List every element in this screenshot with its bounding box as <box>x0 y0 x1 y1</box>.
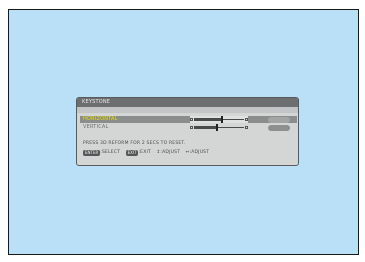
keystone-row-horizontal[interactable]: HORIZONTAL <box>80 116 297 123</box>
projector-screen: KEYSTONE HORIZONTAL VERTICAL PRESS 3D RE… <box>8 9 359 255</box>
exit-key-icon: EXIT <box>125 150 139 156</box>
horizontal-label: HORIZONTAL <box>83 116 118 122</box>
vertical-value-indicator <box>268 125 290 131</box>
adjust-hint-2: ↔:ADJUST <box>185 150 210 155</box>
slider-minus-icon <box>190 126 193 129</box>
slider-plus-icon <box>245 126 248 129</box>
vertical-label: VERTICAL <box>83 124 109 130</box>
slider-fill <box>194 118 222 121</box>
adjust-hint: ↕:ADJUST <box>156 150 181 155</box>
select-hint: :SELECT <box>100 150 121 155</box>
slider-knob[interactable] <box>221 116 223 123</box>
horizontal-slider[interactable] <box>190 116 248 123</box>
enter-key-icon: ENTER <box>83 150 101 156</box>
slider-fill <box>194 126 217 129</box>
exit-hint: :EXIT <box>138 150 151 155</box>
slider-minus-icon <box>190 118 193 121</box>
dialog-title-bar: KEYSTONE <box>77 98 298 107</box>
keystone-dialog: KEYSTONE HORIZONTAL VERTICAL PRESS 3D RE… <box>76 97 299 166</box>
reset-hint: PRESS 3D REFORM FOR 2 SECS TO RESET. <box>83 141 186 146</box>
dialog-header-band <box>77 107 298 113</box>
vertical-slider[interactable] <box>190 124 248 131</box>
slider-plus-icon <box>245 118 248 121</box>
dialog-title: KEYSTONE <box>82 99 111 105</box>
slider-knob[interactable] <box>216 124 218 131</box>
dialog-footer: ENTER:SELECT EXIT:EXIT ↕:ADJUST ↔:ADJUST <box>83 149 295 157</box>
horizontal-value-indicator <box>268 117 290 123</box>
keystone-row-vertical[interactable]: VERTICAL <box>80 124 297 131</box>
